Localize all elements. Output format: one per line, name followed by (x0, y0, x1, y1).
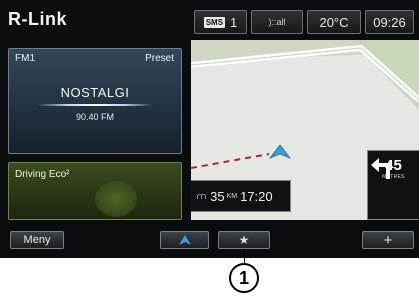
signal-icon: )::all (268, 17, 286, 27)
rlink-logo: R-Link (8, 9, 67, 29)
navigation-map[interactable]: ⩋ 35 KM 17:20 45 METRES (191, 40, 419, 220)
favorites-button[interactable]: ★ (218, 231, 270, 249)
eco-leaf-icon (95, 181, 137, 217)
eta-time: 17:20 (240, 188, 273, 204)
navigation-arrow-icon (178, 235, 191, 245)
driving-eco-widget[interactable]: Driving Eco² (8, 162, 182, 220)
radio-widget[interactable]: FM1 Preset NOSTALGI 90.40 FM (8, 48, 182, 154)
eta-panel[interactable]: ⩋ 35 KM 17:20 (191, 180, 291, 212)
clock-value: 09:26 (373, 14, 406, 30)
radio-band: FM1 (15, 53, 35, 64)
callout-marker: 1 (229, 263, 259, 293)
eta-distance: 35 (210, 188, 225, 204)
station-frequency: 90.40 FM (75, 112, 115, 122)
turn-left-icon (371, 158, 390, 179)
message-count: 1 (230, 14, 238, 30)
next-turn-panel[interactable]: 45 METRES (367, 150, 419, 220)
star-icon: ★ (238, 233, 250, 247)
station-name: NOSTALGI (60, 85, 130, 100)
add-button[interactable]: + (362, 231, 414, 249)
signal-chip[interactable]: )::all (251, 10, 303, 34)
navigation-button[interactable] (160, 231, 209, 249)
driving-eco-label: Driving Eco² (15, 169, 70, 180)
temperature-chip[interactable]: 20°C (307, 10, 361, 34)
phone-status-chip[interactable]: SMS 1 (194, 10, 247, 34)
menu-button[interactable]: Meny (10, 231, 64, 249)
temperature-value: 20°C (319, 14, 349, 30)
route-icon: ⩋ (197, 190, 207, 201)
message-icon: SMS (203, 16, 226, 28)
plus-icon: + (383, 231, 393, 249)
callout-leader-line (244, 250, 245, 264)
preset-label[interactable]: Preset (145, 53, 174, 64)
eta-distance-unit: KM (226, 192, 238, 200)
rlink-screen: R-Link SMS 1 )::all 20°C 09:26 FM1 Prese… (0, 0, 419, 258)
tuning-bar (37, 104, 153, 106)
clock-chip[interactable]: 09:26 (365, 10, 414, 34)
